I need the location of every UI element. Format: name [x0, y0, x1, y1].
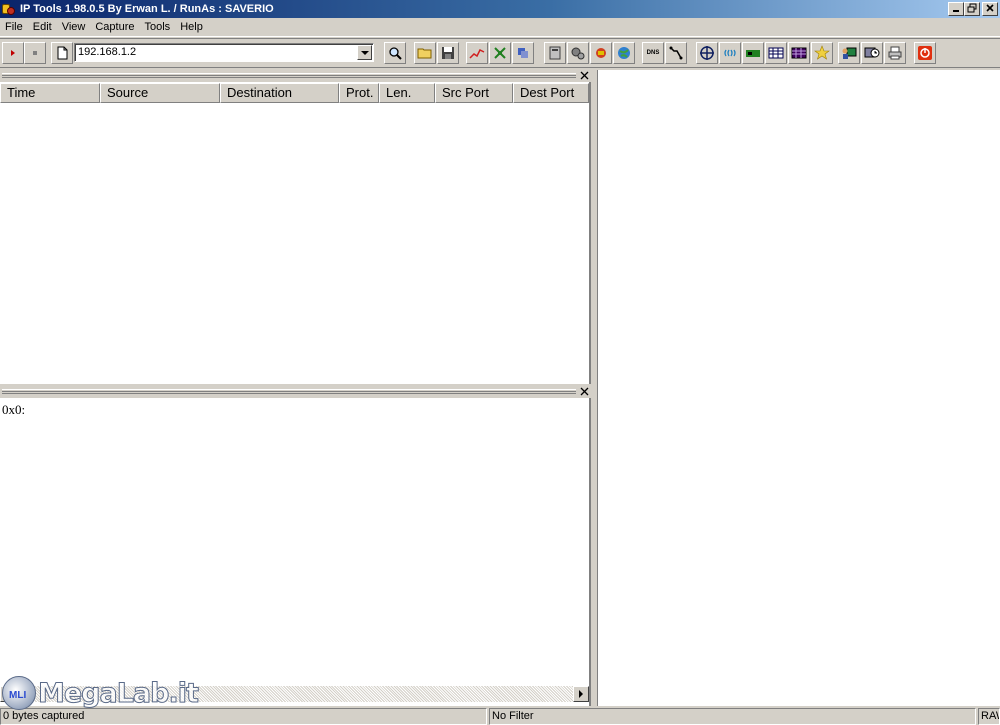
clock-monitor-icon [864, 47, 880, 58]
power-icon [918, 46, 932, 60]
restore-button[interactable] [964, 2, 980, 16]
user-monitor-icon [842, 47, 857, 59]
server-button[interactable] [544, 42, 566, 64]
table-icon [768, 47, 784, 59]
clock-monitor-button[interactable] [861, 42, 883, 64]
address-dropdown-button[interactable] [357, 45, 372, 60]
network-map-button[interactable] [489, 42, 511, 64]
network-card-button[interactable] [742, 42, 764, 64]
column-dest-port[interactable]: Dest Port [513, 83, 589, 103]
search-icon [389, 47, 402, 60]
menu-bar: File Edit View Capture Tools Help [0, 18, 1000, 37]
globe-icon [618, 47, 630, 59]
target-icon [700, 46, 714, 60]
menu-help[interactable]: Help [175, 18, 208, 37]
traceroute-icon [669, 46, 683, 60]
menu-tools[interactable]: Tools [140, 18, 176, 37]
favorites-button[interactable] [811, 42, 833, 64]
wireless-button[interactable] [719, 42, 741, 64]
watermark-text: MegaLab.it [38, 677, 200, 709]
details-pane [597, 70, 1000, 706]
save-icon [442, 47, 454, 59]
chevron-down-icon [360, 50, 369, 55]
pane-grip[interactable] [0, 386, 591, 398]
new-document-icon [57, 46, 68, 60]
print-button[interactable] [884, 42, 906, 64]
minimize-button[interactable] [948, 2, 964, 16]
packet-tools-icon [596, 48, 606, 58]
pane-close-button[interactable] [579, 387, 589, 397]
column-protocol[interactable]: Prot. [339, 83, 379, 103]
packet-tools-button[interactable] [590, 42, 612, 64]
printer-icon [888, 46, 902, 60]
address-input[interactable] [75, 44, 355, 60]
user-monitor-button[interactable] [838, 42, 860, 64]
address-combobox[interactable] [74, 43, 374, 62]
graph-button[interactable] [466, 42, 488, 64]
stop-capture-icon [33, 51, 37, 55]
column-destination[interactable]: Destination [220, 83, 339, 103]
graph-icon [469, 48, 485, 59]
packet-list-pane: Time Source Destination Prot. Len. Src P… [0, 70, 591, 384]
column-src-port[interactable]: Src Port [435, 83, 513, 103]
menu-edit[interactable]: Edit [28, 18, 57, 37]
window-title: IP Tools 1.98.0.5 By Erwan L. / RunAs : … [20, 3, 274, 15]
column-time[interactable]: Time [0, 83, 100, 103]
ip-tools-window: IP Tools 1.98.0.5 By Erwan L. / RunAs : … [0, 0, 1000, 725]
power-button[interactable] [914, 42, 936, 64]
status-mode: RAW [978, 708, 1000, 725]
stop-capture-button[interactable] [24, 42, 46, 64]
megalab-logo-icon: MLI [2, 676, 36, 710]
settings-button[interactable] [567, 42, 589, 64]
start-capture-button[interactable] [2, 42, 24, 64]
connections-button[interactable] [512, 42, 534, 64]
column-length[interactable]: Len. [379, 83, 435, 103]
packet-list-header: Time Source Destination Prot. Len. Src P… [0, 83, 589, 103]
pane-grip[interactable] [0, 70, 591, 82]
scroll-right-button[interactable] [573, 686, 589, 702]
globe-button[interactable] [613, 42, 635, 64]
close-icon [580, 71, 588, 80]
app-icon [2, 2, 16, 16]
wireless-icon [724, 49, 736, 57]
hex-offset: 0x0: [2, 402, 26, 417]
restore-icon [967, 3, 977, 13]
hex-view-pane: 0x0: [0, 386, 591, 706]
traceroute-button[interactable] [665, 42, 687, 64]
toolbar: DNS [0, 38, 1000, 68]
status-captured: 0 bytes captured [0, 708, 487, 725]
target-button[interactable] [696, 42, 718, 64]
title-bar: IP Tools 1.98.0.5 By Erwan L. / RunAs : … [0, 0, 1000, 18]
settings-gears-icon [571, 47, 585, 60]
open-button[interactable] [414, 42, 436, 64]
server-icon [549, 46, 561, 60]
menu-capture[interactable]: Capture [90, 18, 139, 37]
close-icon [580, 387, 588, 396]
table-dark-button[interactable] [788, 42, 810, 64]
status-filter: No Filter [489, 708, 976, 725]
search-button[interactable] [384, 42, 406, 64]
start-capture-icon [11, 50, 15, 56]
menu-view[interactable]: View [57, 18, 91, 37]
column-source[interactable]: Source [100, 83, 220, 103]
pane-close-button[interactable] [579, 71, 589, 81]
open-folder-icon [417, 48, 432, 59]
close-icon [986, 4, 994, 12]
dns-label: DNS [646, 50, 660, 56]
new-button[interactable] [51, 42, 73, 64]
dns-button[interactable]: DNS [642, 42, 664, 64]
menu-file[interactable]: File [0, 18, 28, 37]
megalab-watermark: MLI MegaLab.it [2, 676, 200, 710]
table-button[interactable] [765, 42, 787, 64]
save-button[interactable] [437, 42, 459, 64]
table-dark-icon [791, 47, 807, 59]
close-button[interactable] [982, 2, 998, 16]
arrow-right-icon [579, 690, 583, 698]
connections-icon [518, 48, 528, 58]
network-card-icon [746, 50, 760, 57]
minimize-icon [953, 10, 959, 12]
network-map-icon [494, 47, 506, 59]
star-icon [814, 45, 830, 60]
